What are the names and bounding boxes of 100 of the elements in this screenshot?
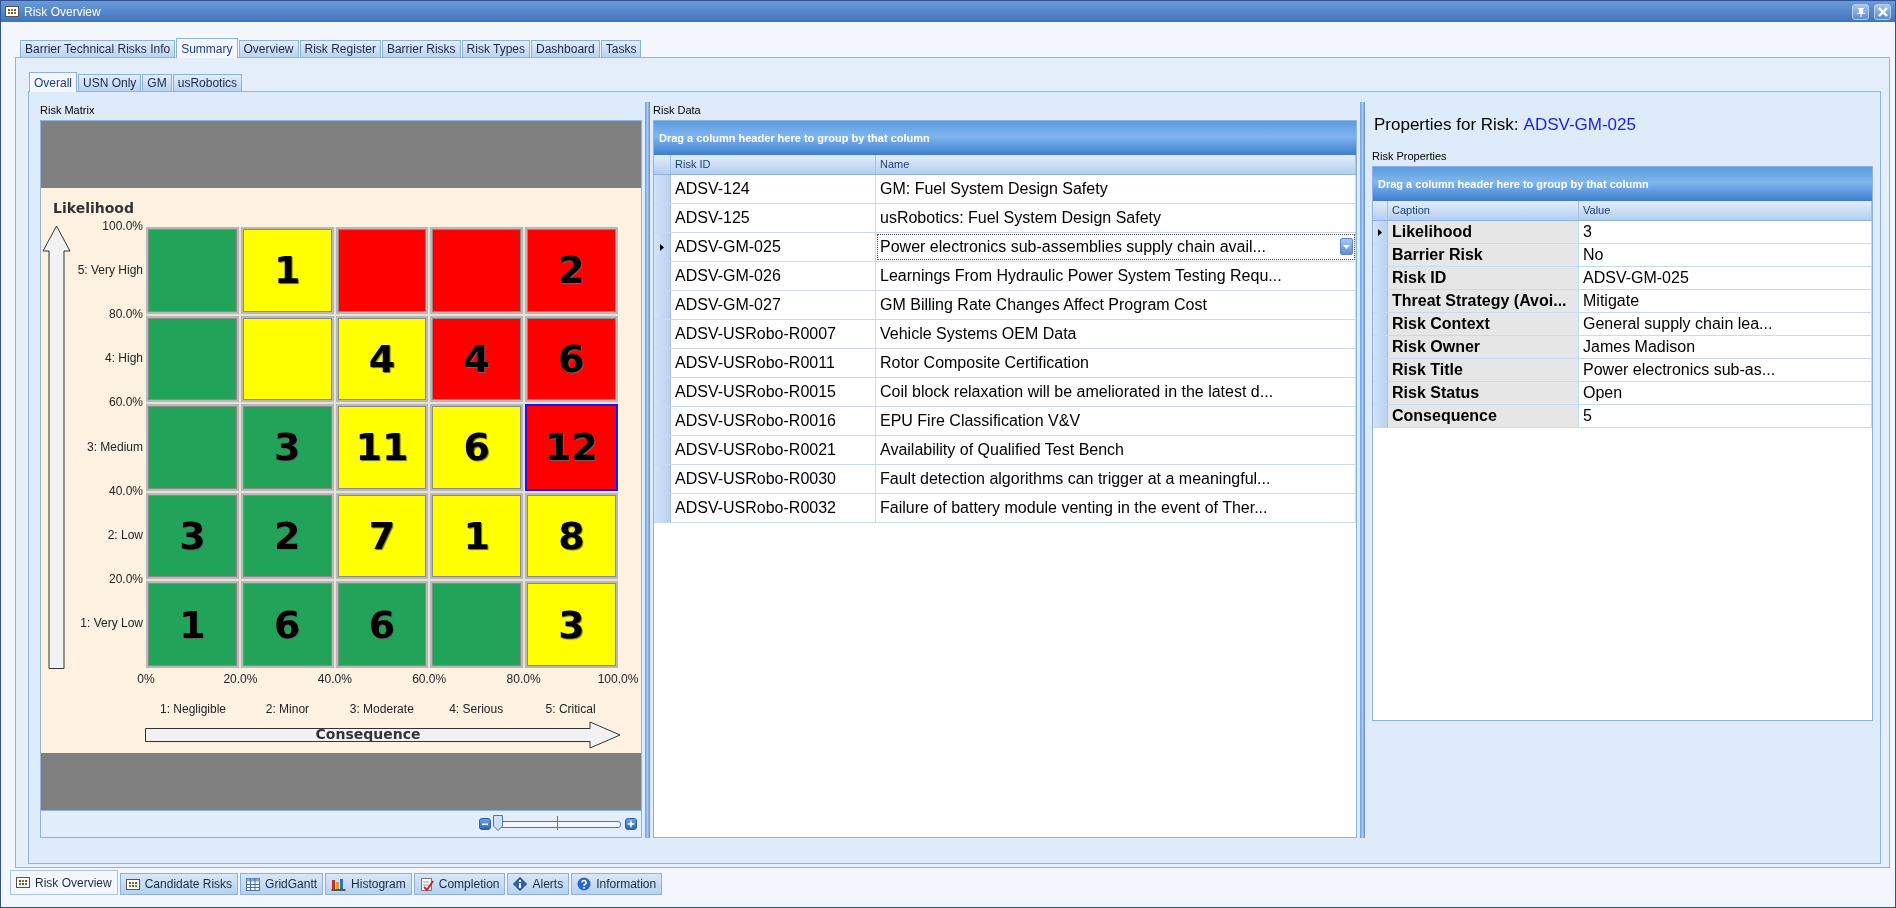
- zoom-slider[interactable]: [493, 815, 623, 833]
- table-cell: ADSV-USRobo-R0021: [671, 436, 876, 464]
- tab[interactable]: GridGantt: [240, 873, 324, 895]
- tab[interactable]: Histogram: [325, 873, 412, 895]
- matrix-cell[interactable]: 1: [146, 581, 239, 668]
- matrix-cell[interactable]: 3: [146, 492, 239, 580]
- matrix-cell[interactable]: 4: [335, 315, 429, 403]
- tab[interactable]: GM: [142, 74, 172, 91]
- matrix-cell[interactable]: [335, 227, 429, 314]
- tab[interactable]: Tasks: [600, 40, 642, 57]
- up-arrow-icon: [42, 225, 72, 670]
- zoom-in-button[interactable]: [625, 818, 637, 830]
- tab[interactable]: Candidate Risks: [119, 873, 239, 895]
- axis-tick-label: 60.0%: [107, 395, 143, 410]
- axis-tick-label: 40.0%: [316, 672, 353, 686]
- table-cell: ADSV-GM-025: [671, 233, 876, 261]
- properties-heading: Properties for Risk:: [1374, 115, 1519, 135]
- matrix-cell[interactable]: [146, 315, 239, 403]
- axis-tick-label: 40.0%: [107, 483, 143, 498]
- tab[interactable]: Overall: [29, 72, 77, 92]
- tab[interactable]: Alerts: [507, 873, 570, 895]
- plus-icon: [627, 820, 635, 828]
- table-cell: General supply chain lea...: [1579, 313, 1872, 335]
- column-header[interactable]: Name: [876, 155, 1356, 174]
- axis-title-arrow: Consequence: [145, 721, 621, 749]
- triangle-icon: [1378, 228, 1382, 236]
- row-indicator[interactable]: [1373, 221, 1388, 243]
- table-cell: No: [1579, 244, 1872, 266]
- column-header[interactable]: Value: [1579, 201, 1872, 220]
- table-cell: Likelihood: [1388, 221, 1579, 243]
- row-indicator[interactable]: [654, 233, 671, 261]
- row-label: 1: Very Low: [79, 615, 143, 630]
- matrix-cell[interactable]: 1: [430, 492, 524, 580]
- table-cell: Availability of Qualified Test Bench: [876, 436, 1356, 464]
- tab[interactable]: usRobotics: [172, 74, 243, 91]
- tab[interactable]: Overview: [238, 40, 299, 57]
- dropdown-button[interactable]: [1340, 238, 1353, 255]
- column-label: 2: Minor: [264, 702, 311, 716]
- bar-chart-icon: [331, 877, 347, 891]
- table-cell: Risk ID: [1388, 267, 1579, 289]
- table-cell: ADSV-GM-027: [671, 291, 876, 319]
- row-label: 2: Low: [106, 527, 143, 542]
- group-panel: Drag a column header here to group by that column: [1373, 167, 1872, 201]
- tab[interactable]: Completion: [413, 873, 506, 895]
- matrix-cell[interactable]: 7: [335, 492, 429, 580]
- matrix-cell[interactable]: 3: [525, 581, 618, 668]
- table-cell: Threat Strategy (Avoi...: [1388, 290, 1579, 312]
- tab[interactable]: Dashboard: [531, 40, 600, 57]
- row-label: 4: High: [103, 351, 143, 366]
- column-header[interactable]: Risk ID: [671, 155, 876, 174]
- matrix-cell[interactable]: [146, 227, 239, 314]
- tab[interactable]: Risk Types: [461, 40, 531, 57]
- matrix-cell[interactable]: [240, 315, 334, 403]
- tab[interactable]: Barrier Technical Risks Info: [20, 40, 176, 57]
- panel-title: Risk Matrix: [40, 103, 95, 118]
- axis-title: Likelihood: [53, 200, 134, 216]
- matrix-cell[interactable]: [146, 404, 239, 491]
- tab[interactable]: USN Only: [78, 74, 142, 91]
- table-cell: ADSV-GM-026: [671, 262, 876, 290]
- window-title: Risk Overview: [24, 4, 102, 19]
- matrix-cell[interactable]: 6: [430, 404, 524, 491]
- matrix-cell[interactable]: 6: [525, 315, 618, 403]
- matrix-cell[interactable]: 6: [335, 581, 429, 668]
- table-cell: GM: Fuel System Design Safety: [876, 175, 1356, 203]
- matrix-cell[interactable]: [430, 227, 524, 314]
- close-button[interactable]: [1874, 3, 1891, 20]
- splitter[interactable]: [1360, 102, 1365, 838]
- axis-tick-label: 20.0%: [222, 672, 259, 686]
- matrix-cell[interactable]: 1: [240, 227, 334, 314]
- table-cell: Risk Title: [1388, 359, 1579, 381]
- table-cell: James Madison: [1579, 336, 1872, 358]
- table-cell: ADSV-125: [671, 204, 876, 232]
- tab[interactable]: Risk Overview: [10, 870, 118, 895]
- slider-thumb[interactable]: [493, 815, 503, 831]
- matrix-cell[interactable]: 2: [525, 227, 618, 314]
- matrix-cell[interactable]: 12: [525, 404, 618, 491]
- matrix-cell[interactable]: 4: [430, 315, 524, 403]
- tab[interactable]: Risk Register: [299, 40, 381, 57]
- table-cell: Learnings From Hydraulic Power System Testing Requ...: [876, 262, 1356, 290]
- table-cell: Risk Status: [1388, 382, 1579, 404]
- column-header[interactable]: Caption: [1388, 201, 1579, 220]
- caret-icon: [1343, 244, 1350, 249]
- table-cell: Mitigate: [1579, 290, 1872, 312]
- grid-icon: [16, 877, 30, 888]
- matrix-cell[interactable]: 11: [335, 404, 429, 491]
- matrix-cell[interactable]: 6: [240, 581, 334, 668]
- matrix-cell[interactable]: [430, 581, 524, 668]
- pin-icon: [1855, 6, 1866, 17]
- table-cell: usRobotics: Fuel System Design Safety: [876, 204, 1356, 232]
- matrix-cell[interactable]: 8: [525, 492, 618, 580]
- axis-tick-label: 80.0%: [107, 307, 143, 322]
- matrix-cell[interactable]: 3: [240, 404, 334, 491]
- matrix-cell[interactable]: 2: [240, 492, 334, 580]
- column-label: 4: Serious: [448, 702, 505, 716]
- column-label: 3: Moderate: [348, 702, 415, 716]
- zoom-out-button[interactable]: [479, 818, 491, 830]
- tab[interactable]: Barrier Risks: [381, 40, 461, 57]
- tab[interactable]: Information: [571, 873, 663, 895]
- pin-button[interactable]: [1852, 3, 1869, 20]
- tab[interactable]: Summary: [176, 38, 238, 58]
